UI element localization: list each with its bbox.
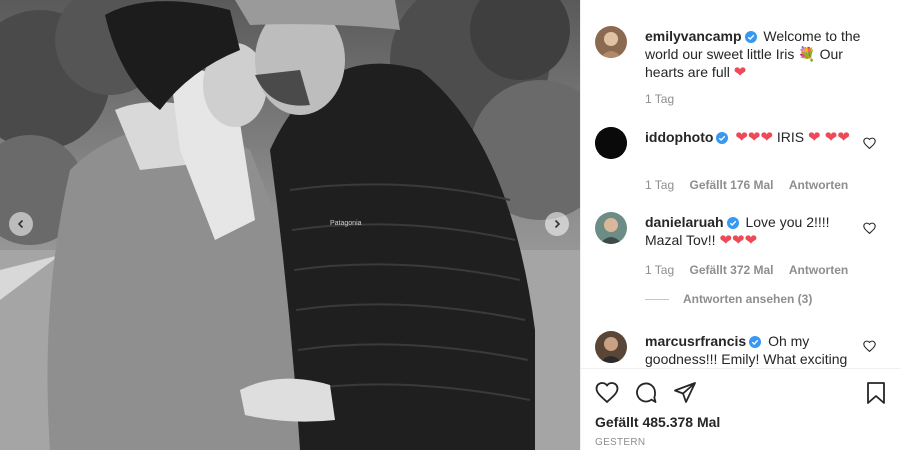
comments-panel: emilyvancamp Welcome to the world our sw… xyxy=(580,0,900,450)
avatar[interactable] xyxy=(595,212,627,244)
comment-meta: 1 Tag Gefällt 176 Mal Antworten xyxy=(645,178,860,192)
verified-badge-icon xyxy=(726,217,739,229)
view-replies-button[interactable]: Antworten ansehen (3) xyxy=(645,292,812,306)
post-photo[interactable]: Patagonia xyxy=(0,0,580,450)
avatar-iddophoto xyxy=(595,127,627,159)
comment-username[interactable]: iddophoto xyxy=(645,129,713,145)
chevron-left-icon xyxy=(17,219,24,229)
comment-username[interactable]: marcusrfrancis xyxy=(645,333,746,349)
jacket-logo: Patagonia xyxy=(330,220,362,227)
share-paper-plane-icon[interactable] xyxy=(673,381,697,405)
avatar-marcusrfrancis xyxy=(600,337,622,363)
comment-username[interactable]: danielaruah xyxy=(645,214,724,230)
comment-likes[interactable]: Gefällt 176 Mal xyxy=(689,178,773,192)
instagram-post: Patagonia emilyvancamp Welcome to the wo… xyxy=(0,0,900,450)
comment-meta: 1 Tag Gefällt 372 Mal Antworten xyxy=(645,263,860,277)
verified-badge-icon xyxy=(744,31,757,43)
avatar[interactable] xyxy=(595,331,627,363)
post-date[interactable]: GESTERN xyxy=(595,437,645,448)
chevron-right-icon xyxy=(554,219,561,229)
caption-username[interactable]: emilyvancamp xyxy=(645,28,742,44)
avatar[interactable] xyxy=(595,26,627,58)
replies-divider xyxy=(645,298,669,300)
caption-time[interactable]: 1 Tag xyxy=(645,92,674,106)
avatar[interactable] xyxy=(595,127,627,159)
reply-button[interactable]: Antworten xyxy=(789,263,848,277)
carousel-prev-button[interactable] xyxy=(9,212,33,236)
view-replies-label: Antworten ansehen (3) xyxy=(683,292,813,306)
like-comment-icon[interactable] xyxy=(863,222,876,234)
bookmark-icon[interactable] xyxy=(865,381,887,405)
comment-time[interactable]: 1 Tag xyxy=(645,263,674,277)
verified-badge-icon xyxy=(749,336,762,348)
comments-list[interactable]: emilyvancamp Welcome to the world our sw… xyxy=(581,0,900,368)
likes-count[interactable]: Gefällt 485.378 Mal xyxy=(595,414,720,430)
couple-photo: Patagonia xyxy=(0,0,580,450)
like-comment-icon[interactable] xyxy=(863,340,876,352)
reply-button[interactable]: Antworten xyxy=(789,178,848,192)
comment-time[interactable]: 1 Tag xyxy=(645,178,674,192)
comment-bubble-icon[interactable] xyxy=(634,381,658,405)
heart-emoji: ❤ ❤❤ xyxy=(808,129,850,146)
action-bar: Gefällt 485.378 Mal GESTERN xyxy=(581,368,900,450)
comment-likes[interactable]: Gefällt 372 Mal xyxy=(689,263,773,277)
avatar-emilyvancamp xyxy=(600,32,622,58)
caption-meta: 1 Tag xyxy=(645,92,686,106)
heart-emoji: ❤ xyxy=(733,64,747,81)
comment-text: IRIS xyxy=(776,129,805,145)
verified-badge-icon xyxy=(716,132,729,144)
like-comment-icon[interactable] xyxy=(863,137,876,149)
bouquet-emoji: 💐 xyxy=(798,46,816,62)
avatar-danielaruah xyxy=(600,218,622,244)
like-heart-icon[interactable] xyxy=(595,381,619,403)
heart-emoji: ❤❤❤ xyxy=(719,232,758,249)
heart-emoji: ❤❤❤ xyxy=(735,129,774,146)
carousel-next-button[interactable] xyxy=(545,212,569,236)
